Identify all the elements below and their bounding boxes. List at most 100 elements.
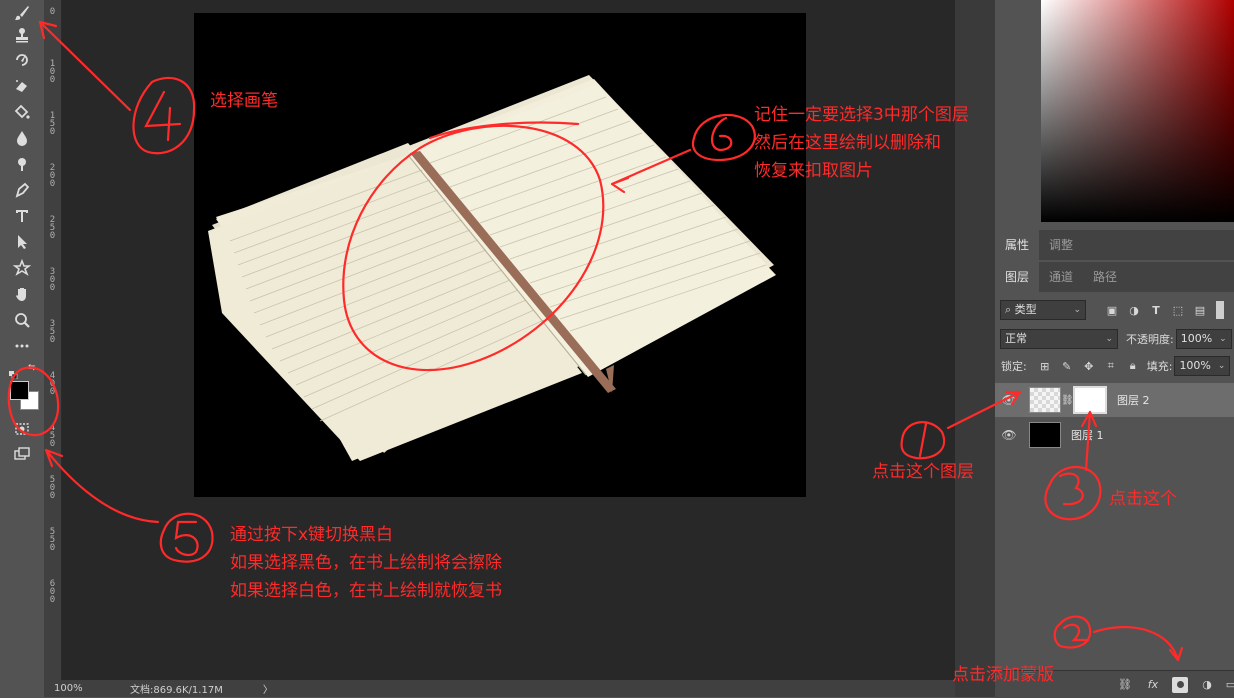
link-chain-icon[interactable]: ⛓︎	[1061, 395, 1074, 406]
zoom-level[interactable]: 100%	[44, 683, 100, 694]
tools-panel: ⇆	[0, 0, 44, 697]
lock-pixels-icon[interactable]: ✎	[1059, 358, 1075, 374]
add-mask-icon[interactable]	[1172, 677, 1188, 693]
vertical-ruler: 0 1 0 0 1 5 0 2 0 0 2 5 0 3 0 0 3 5 0 4 0 0 4 5 …	[44, 0, 62, 680]
ruler-tick-label: 2 5 0	[49, 215, 56, 241]
layer-row-1[interactable]: 👁︎ 图层 1	[995, 418, 1234, 452]
type-filter-icon[interactable]: T	[1148, 302, 1164, 318]
hand-tool-icon[interactable]	[8, 283, 36, 305]
layer-thumbnail[interactable]	[1029, 387, 1061, 413]
ruler-tick-label: 3 0 0	[49, 267, 56, 293]
ruler-tick-label: 0	[49, 7, 56, 17]
layer-filter-dropdown[interactable]: ⌕ 类型 ⌄	[1000, 300, 1086, 320]
layer-filter-label: 类型	[1014, 303, 1037, 316]
chevron-down-icon: ⌄	[1217, 361, 1226, 371]
layer-thumbnail[interactable]	[1029, 422, 1061, 448]
color-picker-field[interactable]	[1041, 0, 1234, 222]
opacity-value: 100%	[1180, 332, 1213, 345]
fx-icon[interactable]: fx	[1145, 677, 1161, 693]
ruler-tick-label: 6 0 0	[49, 579, 56, 605]
status-menu-arrow[interactable]: 〉	[263, 681, 273, 696]
notebook-image	[208, 75, 776, 461]
layer-name: 图层 1	[1071, 429, 1104, 442]
ruler-tick-label: 4 0 0	[49, 371, 56, 397]
properties-tabs: 属性 调整	[995, 230, 1234, 260]
chevron-down-icon: ⌄	[1219, 334, 1227, 344]
status-bar: 100% 文档:869.6K/1.17M 〉	[44, 680, 955, 697]
annotation-step6-line1: 记住一定要选择3中那个图层	[754, 105, 969, 125]
link-layers-icon[interactable]: ⛓︎	[1117, 677, 1133, 693]
layer-filter-row: ⌕ 类型 ⌄ ▣ ◑ T ⬚ ▤	[995, 300, 1234, 320]
custom-shape-tool-icon[interactable]	[8, 257, 36, 279]
foreground-color-swatch[interactable]	[10, 381, 29, 400]
lock-position-icon[interactable]: ✥	[1081, 358, 1097, 374]
tab-paths[interactable]: 路径	[1083, 262, 1127, 292]
visibility-eye-icon[interactable]: 👁︎	[995, 393, 1023, 407]
blend-row: 正常 ⌄ 不透明度: 100% ⌄	[995, 329, 1234, 349]
layers-tabs: 图层 通道 路径	[995, 262, 1234, 292]
ruler-tick-label: 2 0 0	[49, 163, 56, 189]
document-canvas[interactable]	[194, 13, 806, 497]
filter-toggle[interactable]	[1216, 301, 1224, 319]
new-group-icon[interactable]: ▭	[1223, 677, 1234, 693]
visibility-eye-icon[interactable]: 👁︎	[995, 428, 1023, 442]
path-selection-tool-icon[interactable]	[8, 231, 36, 253]
annotation-step6-line3: 恢复来扣取图片	[754, 161, 873, 181]
chevron-down-icon: ⌄	[1073, 305, 1081, 315]
clone-stamp-tool-icon[interactable]	[8, 24, 36, 46]
layer-mask-thumbnail[interactable]	[1073, 386, 1107, 414]
annotation-step1: 点击这个图层	[872, 462, 974, 482]
screen-mode-icon[interactable]	[8, 443, 36, 465]
lock-row: 锁定: ⊞ ✎ ✥ ⌗ 🔒︎ 填充: 100% ⌄	[995, 356, 1234, 376]
annotation-step5-line2: 如果选择黑色，在书上绘制将会擦除	[230, 553, 502, 573]
brush-tool-icon[interactable]	[8, 2, 36, 24]
lock-transparent-icon[interactable]: ⊞	[1037, 358, 1053, 374]
annotation-step5-line1: 通过按下x键切换黑白	[230, 525, 394, 545]
tab-layers[interactable]: 图层	[995, 262, 1040, 292]
layer-name: 图层 2	[1117, 394, 1150, 407]
search-icon: ⌕	[1005, 303, 1012, 316]
opacity-field[interactable]: 100% ⌄	[1175, 329, 1232, 349]
history-brush-tool-icon[interactable]	[8, 49, 36, 71]
ruler-tick-label: 5 5 0	[49, 527, 56, 553]
more-tools-icon[interactable]	[8, 335, 36, 357]
paint-bucket-tool-icon[interactable]	[8, 101, 36, 123]
annotation-step4: 选择画笔	[210, 91, 278, 111]
image-filter-icon[interactable]: ▣	[1104, 302, 1120, 318]
fill-value: 100%	[1179, 359, 1211, 372]
smart-object-filter-icon[interactable]: ▤	[1192, 302, 1208, 318]
layer-row-2[interactable]: 👁︎ ⛓︎ 图层 2	[995, 383, 1234, 417]
lock-artboard-icon[interactable]: ⌗	[1103, 358, 1119, 374]
shape-filter-icon[interactable]: ⬚	[1170, 302, 1186, 318]
ruler-tick-label: 3 5 0	[49, 319, 56, 345]
type-tool-icon[interactable]	[8, 205, 36, 227]
zoom-tool-icon[interactable]	[8, 309, 36, 331]
dodge-tool-icon[interactable]	[8, 153, 36, 175]
annotation-step5-line3: 如果选择白色，在书上绘制就恢复书	[230, 581, 502, 601]
tab-properties[interactable]: 属性	[995, 230, 1040, 260]
default-colors-icon[interactable]	[9, 364, 19, 380]
fill-field[interactable]: 100% ⌄	[1174, 356, 1231, 376]
adjustment-layer-icon[interactable]: ◑	[1199, 677, 1215, 693]
swap-colors-icon[interactable]: ⇆	[28, 363, 38, 373]
quick-mask-icon[interactable]	[8, 418, 36, 440]
blend-mode-dropdown[interactable]: 正常 ⌄	[1000, 329, 1118, 349]
opacity-label: 不透明度:	[1126, 333, 1174, 346]
ruler-tick-label: 1 5 0	[49, 111, 56, 137]
lock-label: 锁定:	[1001, 360, 1027, 373]
tab-channels[interactable]: 通道	[1039, 262, 1083, 292]
blend-mode-value: 正常	[1005, 332, 1027, 345]
tab-adjustments[interactable]: 调整	[1039, 230, 1083, 260]
right-panels: 属性 调整 图层 通道 路径 ⌕ 类型 ⌄ ▣ ◑ T ⬚ ▤ 正常 ⌄ 不透明…	[995, 0, 1234, 698]
adjustment-filter-icon[interactable]: ◑	[1126, 302, 1142, 318]
pen-tool-icon[interactable]	[8, 179, 36, 201]
document-info: 文档:869.6K/1.17M	[130, 685, 223, 696]
annotation-step2: 点击添加蒙版	[952, 665, 1054, 685]
eraser-tool-icon[interactable]	[8, 75, 36, 97]
ruler-tick-label: 5 0 0	[49, 475, 56, 501]
ruler-tick-label: 4 5 0	[49, 423, 56, 449]
annotation-step6-line2: 然后在这里绘制以删除和	[754, 133, 941, 153]
lock-all-icon[interactable]: 🔒︎	[1125, 358, 1141, 374]
blur-tool-icon[interactable]	[8, 127, 36, 149]
chevron-down-icon: ⌄	[1105, 334, 1113, 344]
